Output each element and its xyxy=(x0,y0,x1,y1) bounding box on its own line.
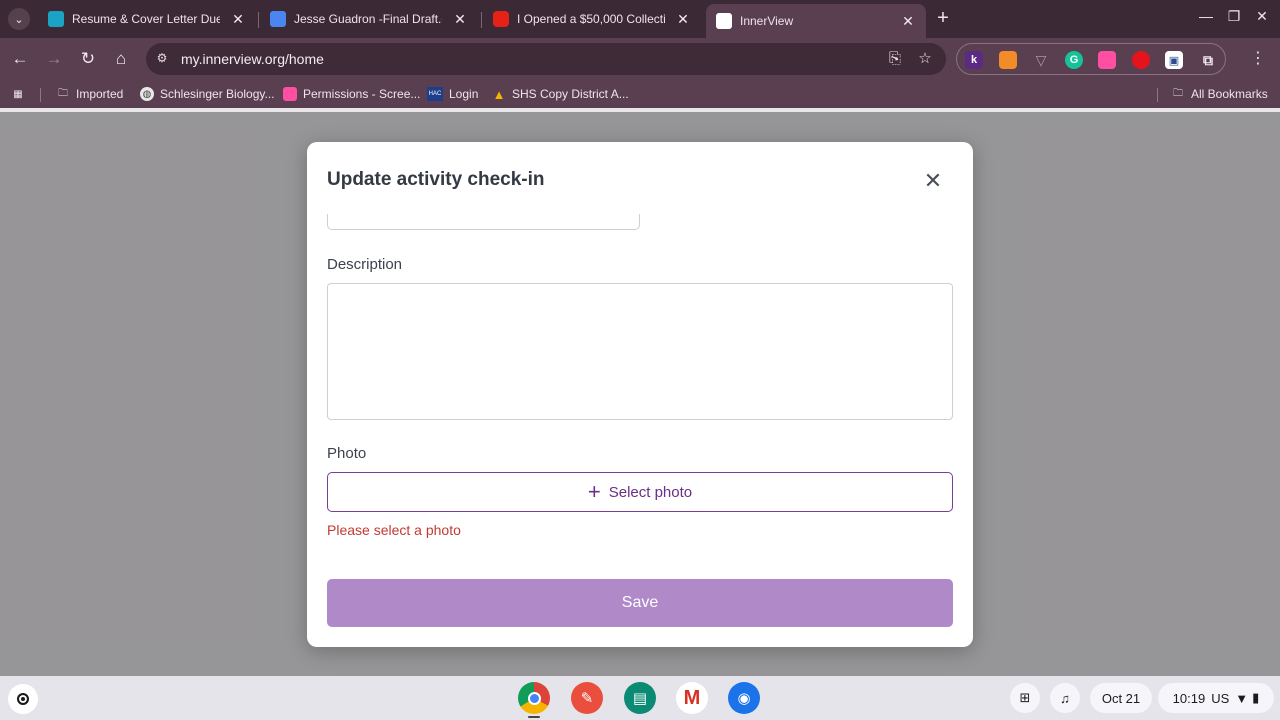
plus-icon: + xyxy=(587,479,601,504)
bookmark-schlesinger[interactable]: ◍ Schlesinger Biology... xyxy=(140,85,275,103)
hand-extension-icon[interactable] xyxy=(1132,51,1150,69)
extensions-puzzle-icon[interactable]: ⧉ xyxy=(1199,51,1217,69)
bookmark-imported[interactable]: 🗀 Imported xyxy=(56,85,123,103)
folder-icon: 🗀 xyxy=(58,87,68,99)
extensions-area: k ▽ G ▣ ⧉ xyxy=(956,43,1226,75)
update-checkin-modal: Update activity check-in ✕ Description P… xyxy=(307,142,973,647)
home-icon[interactable]: ⌂ xyxy=(110,48,132,70)
address-bar[interactable]: ⚙ my.innerview.org/home ⎘ ☆ xyxy=(146,43,946,75)
bookmark-login[interactable]: HAC Login xyxy=(427,85,478,103)
reload-icon[interactable]: ↻ xyxy=(77,48,99,70)
close-tab-icon[interactable]: ✕ xyxy=(675,11,691,28)
all-bookmarks[interactable]: 🗀 All Bookmarks xyxy=(1171,85,1268,103)
kami-extension-icon[interactable]: k xyxy=(965,51,983,69)
pdf-extension-icon[interactable] xyxy=(999,51,1017,69)
doc-extension-icon[interactable]: ▣ xyxy=(1165,51,1183,69)
classroom-app-icon[interactable]: ▤ xyxy=(624,682,656,714)
url-text[interactable]: my.innerview.org/home xyxy=(181,51,324,67)
bookmarks-bar: ▦ 🗀 Imported ◍ Schlesinger Biology... Pe… xyxy=(0,80,1280,108)
description-textarea[interactable] xyxy=(327,283,953,420)
modal-title: Update activity check-in xyxy=(327,169,545,190)
drive-icon: ▲ xyxy=(492,86,506,102)
bookmark-permissions[interactable]: Permissions - Scree... xyxy=(283,85,420,103)
screencastify-icon xyxy=(283,87,297,101)
status-tray[interactable]: 10:19 US ▼ ▮ xyxy=(1158,683,1274,713)
previous-field-input[interactable] xyxy=(327,214,640,230)
globe-icon: ◍ xyxy=(140,87,154,101)
bookmark-shs-copy[interactable]: ▲ SHS Copy District A... xyxy=(492,85,629,103)
description-label: Description xyxy=(327,256,403,273)
innerview-favicon-icon xyxy=(716,13,732,29)
photo-error-message: Please select a photo xyxy=(327,522,461,538)
tab-innerview[interactable]: InnerView ✕ xyxy=(706,4,926,38)
canvas-app-icon[interactable]: ✎ xyxy=(571,682,603,714)
launcher-button[interactable] xyxy=(8,684,38,714)
camera-app-icon[interactable]: ◉ xyxy=(728,682,760,714)
browser-toolbar: ← → ↻ ⌂ ⚙ my.innerview.org/home ⎘ ☆ k ▽ … xyxy=(0,38,1280,80)
os-shelf: ✎ ▤ M ◉ ⊞ ♫ Oct 21 10:19 US ▼ ▮ xyxy=(0,676,1280,720)
classroom-favicon-icon xyxy=(48,11,64,27)
tab-strip: ⌄ Resume & Cover Letter Due in M ✕ Jesse… xyxy=(0,0,1280,38)
holding-space-icon[interactable]: ⊞ xyxy=(1010,683,1040,713)
photo-label: Photo xyxy=(327,445,367,462)
battery-icon: ▮ xyxy=(1252,690,1260,705)
grammarly-extension-icon[interactable]: G xyxy=(1065,51,1083,69)
forward-icon[interactable]: → xyxy=(43,48,65,70)
new-tab-button[interactable]: + xyxy=(932,8,954,30)
wifi-icon: ▼ xyxy=(1235,690,1249,706)
tab-resume[interactable]: Resume & Cover Letter Due in M ✕ xyxy=(38,4,256,34)
screencastify-extension-icon[interactable] xyxy=(1098,51,1116,69)
close-icon[interactable]: ✕ xyxy=(919,168,947,196)
close-tab-icon[interactable]: ✕ xyxy=(452,11,468,28)
apps-grid-icon[interactable]: ▦ xyxy=(11,85,31,103)
time-text: 10:19 xyxy=(1172,690,1206,706)
date-tray[interactable]: Oct 21 xyxy=(1090,683,1152,713)
youtube-favicon-icon xyxy=(493,11,509,27)
running-indicator xyxy=(528,716,540,718)
save-button[interactable]: Save xyxy=(327,579,953,627)
restore-icon[interactable]: ❐ xyxy=(1224,8,1244,25)
minimize-icon[interactable]: — xyxy=(1196,8,1216,24)
folder-icon: 🗀 xyxy=(1173,87,1183,99)
close-window-icon[interactable]: ✕ xyxy=(1252,8,1272,25)
shield-extension-icon[interactable]: ▽ xyxy=(1032,51,1050,69)
chrome-app-icon[interactable] xyxy=(518,682,550,714)
close-tab-icon[interactable]: ✕ xyxy=(900,13,916,30)
select-photo-button[interactable]: + Select photo xyxy=(327,472,953,512)
locale-text: US xyxy=(1211,690,1230,706)
close-tab-icon[interactable]: ✕ xyxy=(230,11,246,28)
back-icon[interactable]: ← xyxy=(9,48,31,70)
tab-final-draft[interactable]: Jesse Guadron -Final Draft.doc ✕ xyxy=(260,4,478,34)
browser-menu-icon[interactable]: ⋮ xyxy=(1250,48,1266,68)
select-photo-label: Select photo xyxy=(608,483,693,501)
tab-youtube[interactable]: I Opened a $50,000 Collectible ✕ xyxy=(483,4,701,34)
docs-favicon-icon xyxy=(270,11,286,27)
media-controls-icon[interactable]: ♫ xyxy=(1050,683,1080,713)
tab-search-chevron-icon[interactable]: ⌄ xyxy=(8,8,30,30)
site-settings-icon[interactable]: ⚙ xyxy=(154,51,170,67)
install-app-icon[interactable]: ⎘ xyxy=(886,50,904,68)
hac-icon: HAC xyxy=(427,87,443,101)
bookmark-star-icon[interactable]: ☆ xyxy=(916,50,934,68)
gmail-app-icon[interactable]: M xyxy=(676,682,708,714)
